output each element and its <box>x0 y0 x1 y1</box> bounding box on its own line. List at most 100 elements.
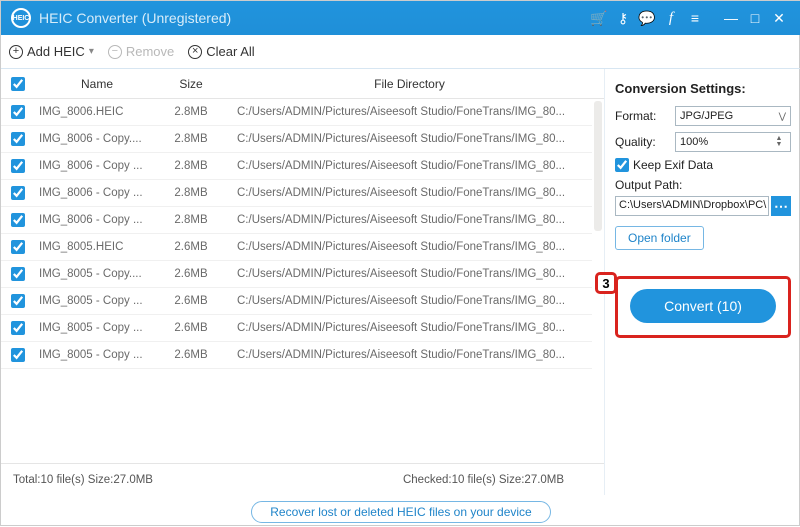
col-size[interactable]: Size <box>155 77 227 91</box>
table-row[interactable]: IMG_8006 - Copy....2.8MBC:/Users/ADMIN/P… <box>1 126 604 153</box>
quality-label: Quality: <box>615 135 675 149</box>
facebook-icon[interactable]: f <box>659 6 683 30</box>
row-checkbox[interactable] <box>11 321 25 335</box>
clear-all-label: Clear All <box>206 44 254 59</box>
app-logo: HEIC <box>11 8 31 28</box>
add-heic-label: Add HEIC <box>27 44 85 59</box>
table-row[interactable]: IMG_8006 - Copy ...2.8MBC:/Users/ADMIN/P… <box>1 153 604 180</box>
row-checkbox[interactable] <box>11 132 25 146</box>
select-all-checkbox[interactable] <box>11 77 25 91</box>
main: Name Size File Directory IMG_8006.HEIC2.… <box>1 69 800 495</box>
x-icon: × <box>188 45 202 59</box>
row-size: 2.6MB <box>155 241 227 253</box>
row-name: IMG_8006.HEIC <box>35 106 155 118</box>
table-row[interactable]: IMG_8005 - Copy ...2.6MBC:/Users/ADMIN/P… <box>1 315 604 342</box>
row-size: 2.8MB <box>155 187 227 199</box>
status-bar: Total:10 file(s) Size:27.0MB Checked:10 … <box>1 463 604 495</box>
quality-value: 100% <box>680 136 708 148</box>
browse-button[interactable]: ⋯ <box>771 196 791 216</box>
row-checkbox[interactable] <box>11 186 25 200</box>
minimize-button[interactable]: — <box>719 6 743 30</box>
format-label: Format: <box>615 109 675 123</box>
format-select[interactable]: JPG/JPEG ⋁ <box>675 106 791 126</box>
row-dir: C:/Users/ADMIN/Pictures/Aiseesoft Studio… <box>227 160 592 172</box>
row-name: IMG_8005 - Copy ... <box>35 349 155 361</box>
quality-select[interactable]: 100% ▲▼ <box>675 132 791 152</box>
row-name: IMG_8006 - Copy ... <box>35 214 155 226</box>
chat-icon[interactable]: 💬 <box>635 6 659 30</box>
row-checkbox[interactable] <box>11 294 25 308</box>
chevron-down-icon: ▾ <box>89 46 94 57</box>
output-path-field[interactable]: C:\Users\ADMIN\Dropbox\PC\ <box>615 196 769 216</box>
status-checked: Checked:10 file(s) Size:27.0MB <box>403 474 564 486</box>
row-name: IMG_8005 - Copy.... <box>35 268 155 280</box>
row-name: IMG_8005.HEIC <box>35 241 155 253</box>
convert-button[interactable]: Convert (10) <box>630 289 776 323</box>
row-dir: C:/Users/ADMIN/Pictures/Aiseesoft Studio… <box>227 106 592 118</box>
row-dir: C:/Users/ADMIN/Pictures/Aiseesoft Studio… <box>227 187 592 199</box>
remove-label: Remove <box>126 44 174 59</box>
row-size: 2.6MB <box>155 295 227 307</box>
table-row[interactable]: IMG_8006 - Copy ...2.8MBC:/Users/ADMIN/P… <box>1 180 604 207</box>
format-value: JPG/JPEG <box>680 110 733 122</box>
clear-all-button[interactable]: × Clear All <box>188 44 254 59</box>
keep-exif-label: Keep Exif Data <box>633 158 713 172</box>
table-row[interactable]: IMG_8006.HEIC2.8MBC:/Users/ADMIN/Picture… <box>1 99 604 126</box>
table-row[interactable]: IMG_8005.HEIC2.6MBC:/Users/ADMIN/Picture… <box>1 234 604 261</box>
settings-panel: Conversion Settings: Format: JPG/JPEG ⋁ … <box>605 69 800 495</box>
col-name[interactable]: Name <box>35 77 155 91</box>
remove-button[interactable]: − Remove <box>108 44 174 59</box>
minus-icon: − <box>108 45 122 59</box>
row-name: IMG_8005 - Copy ... <box>35 295 155 307</box>
row-checkbox[interactable] <box>11 159 25 173</box>
add-heic-button[interactable]: + Add HEIC ▾ <box>9 44 94 59</box>
toolbar: + Add HEIC ▾ − Remove × Clear All <box>1 35 800 69</box>
bottom-bar: Recover lost or deleted HEIC files on yo… <box>1 501 800 523</box>
row-dir: C:/Users/ADMIN/Pictures/Aiseesoft Studio… <box>227 214 592 226</box>
table-row[interactable]: IMG_8006 - Copy ...2.8MBC:/Users/ADMIN/P… <box>1 207 604 234</box>
step-badge: 3 <box>595 272 617 294</box>
step-highlight: Convert (10) <box>615 276 791 338</box>
row-size: 2.6MB <box>155 268 227 280</box>
row-size: 2.6MB <box>155 349 227 361</box>
maximize-button[interactable]: □ <box>743 6 767 30</box>
row-dir: C:/Users/ADMIN/Pictures/Aiseesoft Studio… <box>227 322 592 334</box>
row-name: IMG_8006 - Copy.... <box>35 133 155 145</box>
close-button[interactable]: ✕ <box>767 6 791 30</box>
step-annotation: 3 Convert (10) <box>615 276 791 338</box>
file-list: Name Size File Directory IMG_8006.HEIC2.… <box>1 69 605 495</box>
status-total: Total:10 file(s) Size:27.0MB <box>13 474 153 486</box>
open-folder-button[interactable]: Open folder <box>615 226 704 250</box>
scroll-thumb[interactable] <box>594 101 602 231</box>
settings-title: Conversion Settings: <box>615 81 791 96</box>
row-name: IMG_8006 - Copy ... <box>35 160 155 172</box>
list-body: IMG_8006.HEIC2.8MBC:/Users/ADMIN/Picture… <box>1 99 604 463</box>
row-size: 2.8MB <box>155 214 227 226</box>
table-row[interactable]: IMG_8005 - Copy....2.6MBC:/Users/ADMIN/P… <box>1 261 604 288</box>
row-checkbox[interactable] <box>11 213 25 227</box>
row-name: IMG_8006 - Copy ... <box>35 187 155 199</box>
titlebar: HEIC HEIC Converter (Unregistered) 🛒 ⚷ 💬… <box>1 1 800 35</box>
row-dir: C:/Users/ADMIN/Pictures/Aiseesoft Studio… <box>227 349 592 361</box>
plus-icon: + <box>9 45 23 59</box>
row-checkbox[interactable] <box>11 240 25 254</box>
row-checkbox[interactable] <box>11 348 25 362</box>
row-dir: C:/Users/ADMIN/Pictures/Aiseesoft Studio… <box>227 241 592 253</box>
row-size: 2.8MB <box>155 160 227 172</box>
recover-button[interactable]: Recover lost or deleted HEIC files on yo… <box>251 501 550 523</box>
key-icon[interactable]: ⚷ <box>611 6 635 30</box>
cart-icon[interactable]: 🛒 <box>587 6 611 30</box>
chevron-down-icon: ⋁ <box>779 111 786 122</box>
row-checkbox[interactable] <box>11 267 25 281</box>
keep-exif-checkbox[interactable] <box>615 158 629 172</box>
row-size: 2.6MB <box>155 322 227 334</box>
row-dir: C:/Users/ADMIN/Pictures/Aiseesoft Studio… <box>227 268 592 280</box>
menu-icon[interactable]: ≡ <box>683 6 707 30</box>
spinner-icon: ▲▼ <box>772 136 786 148</box>
row-size: 2.8MB <box>155 133 227 145</box>
table-row[interactable]: IMG_8005 - Copy ...2.6MBC:/Users/ADMIN/P… <box>1 288 604 315</box>
col-dir[interactable]: File Directory <box>227 77 592 91</box>
app-title: HEIC Converter (Unregistered) <box>39 10 231 26</box>
row-checkbox[interactable] <box>11 105 25 119</box>
table-row[interactable]: IMG_8005 - Copy ...2.6MBC:/Users/ADMIN/P… <box>1 342 604 369</box>
